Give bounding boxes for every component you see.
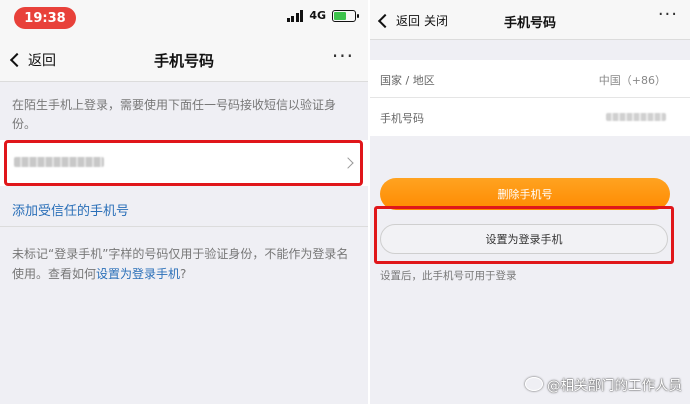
weibo-watermark: @相关部门的工作人员 (525, 374, 682, 394)
login-tip: 设置后，此手机号可用于登录 (380, 270, 517, 282)
add-trusted-phone-link[interactable]: 添加受信任的手机号 (12, 200, 129, 219)
more-button[interactable]: ··· (332, 44, 354, 68)
status-time: 19:38 (14, 7, 76, 29)
nav-bar: 返回 手机号码 ··· (0, 36, 368, 82)
region-label: 国家 / 地区 (380, 74, 435, 87)
more-button[interactable]: ··· (658, 4, 678, 25)
highlight-box (4, 140, 363, 186)
network-label: 4G (309, 9, 326, 22)
login-phone-note: 未标记“登录手机”字样的号码仅用于验证身份，不能作为登录名使用。查看如何设置为登… (12, 244, 360, 284)
set-login-phone-button[interactable]: 设置为登录手机 (380, 224, 668, 254)
set-login-phone-link[interactable]: 设置为登录手机 (96, 267, 180, 281)
status-icons: 4G (286, 9, 359, 22)
note-suffix: ? (180, 267, 187, 281)
battery-icon (332, 9, 359, 22)
region-row: 国家 / 地区 中国（+86） (370, 60, 690, 98)
left-screen: 19:38 4G 返回 手机号码 ··· 在陌生手机上登录，需要使用下面任一号码… (0, 0, 368, 404)
watermark-text: @相关部门的工作人员 (547, 378, 682, 394)
phone-number-label: 手机号码 (380, 112, 424, 125)
divider (0, 226, 368, 227)
page-title: 手机号码 (153, 52, 214, 70)
region-value: 中国（+86） (598, 74, 666, 87)
login-description: 在陌生手机上登录，需要使用下面任一号码接收短信以验证身份。 (12, 98, 337, 131)
masked-phone-number (606, 113, 666, 121)
nav-bar: 返回 关闭 手机号码 ··· (370, 0, 690, 40)
right-screen: 返回 关闭 手机号码 ··· 国家 / 地区 中国（+86） 手机号码 删除手机… (370, 0, 690, 404)
page-title: 手机号码 (503, 16, 556, 31)
signal-icon (286, 9, 304, 22)
status-bar: 19:38 4G (0, 0, 368, 36)
phone-number-row: 手机号码 (370, 98, 690, 136)
weibo-icon (525, 377, 543, 391)
phone-info-card: 国家 / 地区 中国（+86） 手机号码 (370, 60, 690, 136)
